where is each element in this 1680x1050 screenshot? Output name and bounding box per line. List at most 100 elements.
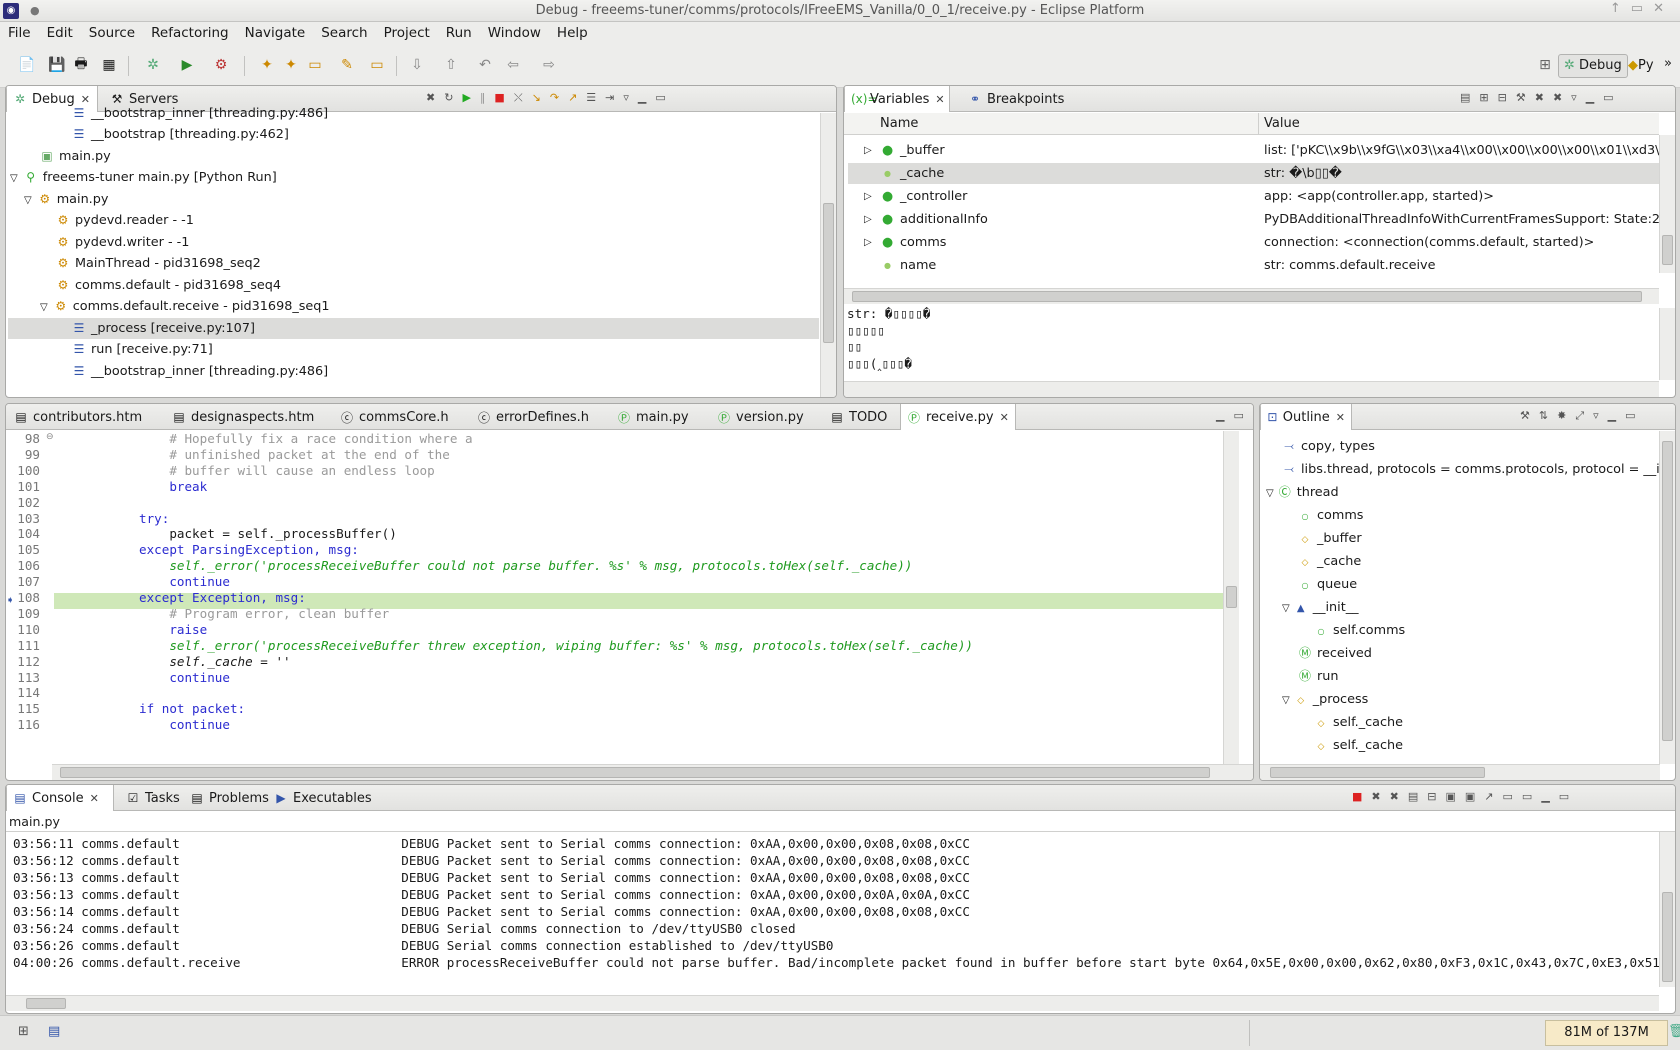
variable-row[interactable]: ▷ ● _controller app: <app(controller.app, s… <box>844 186 1659 207</box>
outline-import[interactable]: ⤙ libs.thread, protocols = comms.protocol… <box>1282 459 1660 480</box>
menu-source[interactable]: Source <box>81 25 143 41</box>
tree-thread[interactable]: ⚙ pydevd.reader - -1 <box>56 210 194 231</box>
drop-to-frame-icon[interactable]: ☰ <box>586 91 605 104</box>
outline-vscroll[interactable] <box>1659 431 1675 764</box>
tree-thread[interactable]: ⚙ MainThread - pid31698_seq2 <box>56 253 261 274</box>
step-return-icon[interactable]: ↗ <box>568 91 586 104</box>
scroll-thumb[interactable] <box>26 998 66 1009</box>
garbage-collect-icon[interactable]: 🗑 <box>1668 1024 1680 1039</box>
link-with-editor-icon[interactable]: ⚒ <box>1520 409 1539 422</box>
collapse-all-icon[interactable]: ⊟ <box>1498 91 1516 104</box>
maximize-view-icon[interactable]: ▭ <box>1559 790 1578 803</box>
outline-attribute[interactable]: ◇ _cache <box>1298 551 1362 572</box>
close-tab-icon[interactable]: ✕ <box>1336 411 1345 424</box>
code-editor[interactable]: ➧ ⊖ 98 # Hopefully fix a race condition … <box>6 431 1224 764</box>
tab-breakpoints[interactable]: ⚭ Breakpoints <box>962 86 1070 112</box>
save-icon[interactable]: 💾 <box>46 54 68 76</box>
eclipse-app-icon[interactable]: ◉ <box>3 3 19 19</box>
remove-launch-icon[interactable]: ✖ <box>1371 790 1389 803</box>
tree-stack-frame[interactable]: ☰ __bootstrap [threading.py:462] <box>72 124 289 145</box>
minimize-view-icon[interactable]: ▁ <box>1216 409 1233 422</box>
editor-hscroll[interactable] <box>52 764 1253 780</box>
view-menu-icon[interactable]: ▿ <box>1571 91 1586 104</box>
console-vscroll[interactable] <box>1659 832 1675 987</box>
menu-project[interactable]: Project <box>376 25 438 41</box>
open-perspective-icon[interactable]: ⊞ <box>1534 54 1556 76</box>
console-hscroll[interactable] <box>6 995 1659 1011</box>
outline-attribute[interactable]: ○ queue <box>1298 574 1358 595</box>
scroll-thumb[interactable] <box>1662 892 1673 982</box>
menu-run[interactable]: Run <box>438 25 480 41</box>
variable-detail-pane[interactable]: str: �▯▯▯▯� ▯▯▯▯▯ ▯▯ ▯▯▯(‸▯▯▯� <box>847 306 1659 381</box>
scroll-thumb[interactable] <box>1226 586 1237 608</box>
tree-launch[interactable]: ▽ ⚲ freeems-tuner main.py [Python Run] <box>10 167 277 188</box>
tab-console[interactable]: ▤ Console ✕ <box>6 785 114 811</box>
outline-import[interactable]: ⤙ copy, types <box>1282 436 1375 457</box>
outline-method[interactable]: ▽ ▲ __init__ <box>1282 597 1359 618</box>
variables-toolbar[interactable]: ▤⊞⊟⚒✖✖▿▁▭ <box>1460 91 1623 104</box>
new-icon[interactable]: 📄 <box>16 54 38 76</box>
open-console-icon[interactable]: ▭ <box>1522 790 1541 803</box>
remove-launch-icon[interactable]: ✖ <box>426 91 444 104</box>
search-tool-icon[interactable]: ✎ <box>336 54 358 76</box>
external-tools-icon[interactable]: ⚙ <box>210 54 232 76</box>
console-toolbar[interactable]: ■✖✖▤⊟▣▣↗▭▭▁▭ <box>1352 790 1578 803</box>
tab-todo[interactable]: ▤ TODO <box>824 404 893 430</box>
maximize-view-icon[interactable]: ▭ <box>655 91 674 104</box>
more-perspectives-button[interactable]: » <box>1664 56 1672 71</box>
debug-perspective-button[interactable]: ✲ Debug <box>1558 54 1628 78</box>
minimize-view-icon[interactable]: ▁ <box>638 91 655 104</box>
outline-hscroll[interactable] <box>1260 764 1660 780</box>
menu-window[interactable]: Window <box>480 25 549 41</box>
tree-stack-frame[interactable]: ☰ __bootstrap_inner [threading.py:486] <box>72 361 329 382</box>
open-task-icon[interactable]: ✦ <box>280 54 302 76</box>
run-icon[interactable]: ▶ <box>176 54 198 76</box>
variables-vscroll[interactable] <box>1659 135 1675 273</box>
variable-row[interactable]: ▷ ● comms connection: <connection(comms.def… <box>844 232 1659 253</box>
menu-file[interactable]: File <box>0 25 39 41</box>
suspend-icon[interactable]: ‖ <box>480 91 495 104</box>
scroll-thumb[interactable] <box>60 767 1210 778</box>
tree-stack-frame[interactable]: ☰ run [receive.py:71] <box>72 339 213 360</box>
resume-icon[interactable]: ▶ <box>462 91 479 104</box>
variables-hscroll[interactable] <box>844 288 1659 304</box>
tab-receive-py[interactable]: Ⓟreceive.py ✕ <box>900 404 1016 430</box>
fast-view-icon[interactable]: ⊞ <box>18 1024 29 1039</box>
collapse-arrow-icon[interactable]: ▽ <box>1282 603 1290 614</box>
scroll-thumb[interactable] <box>823 203 834 343</box>
open-folder-icon[interactable]: ▭ <box>304 54 326 76</box>
tab-errordefines[interactable]: ⓒ errorDefines.h <box>471 404 595 430</box>
tab-outline[interactable]: ⊡ Outline ✕ <box>1260 404 1352 430</box>
terminate-icon[interactable]: ■ <box>494 91 513 104</box>
outline-attribute[interactable]: ◇ self._cache <box>1314 735 1404 756</box>
collapse-arrow-icon[interactable]: ▽ <box>1266 488 1274 499</box>
tab-variables[interactable]: (x)= Variables ✕ <box>844 86 950 112</box>
expand-arrow-icon[interactable]: ▷ <box>864 209 872 230</box>
minimize-view-icon[interactable]: ▁ <box>1541 790 1558 803</box>
close-tab-icon[interactable]: ✕ <box>935 93 944 106</box>
debug-icon[interactable]: ✲ <box>142 54 164 76</box>
show-view-icon[interactable]: ▤ <box>48 1024 60 1039</box>
print-icon[interactable]: 🖶 <box>70 54 92 76</box>
open-resource-icon[interactable]: ▭ <box>366 54 388 76</box>
relaunch-icon[interactable]: ↻ <box>444 91 462 104</box>
expand-arrow-icon[interactable]: ▷ <box>864 186 872 207</box>
close-tab-icon[interactable]: ✕ <box>90 792 99 805</box>
view-menu-icon[interactable]: ▿ <box>623 91 638 104</box>
menu-refactoring[interactable]: Refactoring <box>143 25 237 41</box>
editor-vscroll[interactable] <box>1223 431 1239 764</box>
tree-process[interactable]: ▣ main.py <box>40 146 110 167</box>
tab-designaspects[interactable]: ▤ designaspects.htm <box>166 404 320 430</box>
close-icon[interactable]: ✕ <box>1653 1 1674 16</box>
debug-tree-scrollbar[interactable] <box>820 113 836 397</box>
scroll-thumb[interactable] <box>1662 235 1673 265</box>
maximize-view-icon[interactable]: ▭ <box>1603 91 1622 104</box>
step-into-icon[interactable]: ↘ <box>532 91 550 104</box>
tab-main-py[interactable]: Ⓟmain.py <box>611 404 695 430</box>
minimize-view-icon[interactable]: ▁ <box>1586 91 1603 104</box>
tree-thread-suspended[interactable]: ▽ ⚙ comms.default.receive - pid31698_seq1 <box>40 296 330 317</box>
window-menu-dot-icon[interactable]: ● <box>30 4 40 17</box>
outline-attribute[interactable]: ○ comms <box>1298 505 1364 526</box>
tab-executables[interactable]: ▶ Executables <box>268 785 378 811</box>
tab-tasks[interactable]: ☑ Tasks <box>120 785 186 811</box>
